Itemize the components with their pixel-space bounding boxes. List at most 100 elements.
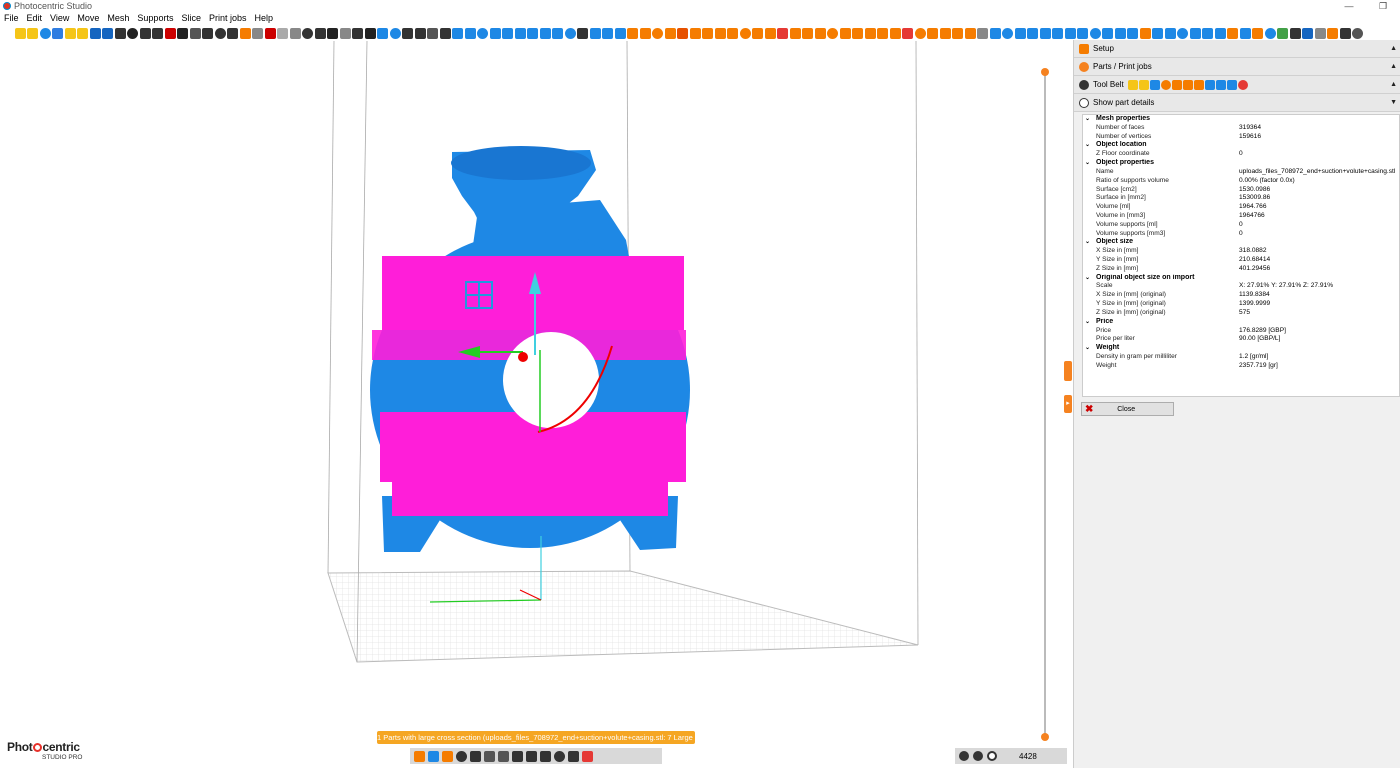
toolbar-tool-2-icon[interactable] xyxy=(14,27,26,39)
expand-arrow-icon[interactable]: ▼ xyxy=(1390,99,1397,106)
toolbar-tool-25-icon[interactable] xyxy=(302,27,313,39)
toolbar-tool-44-icon[interactable] xyxy=(539,27,551,39)
toolbar-tool-101-icon[interactable] xyxy=(1252,27,1263,39)
toolbar-tool-100-icon[interactable] xyxy=(1239,27,1251,39)
toolbar-tool-102-icon[interactable] xyxy=(1264,27,1276,39)
toolbar-tool-99-icon[interactable] xyxy=(1227,27,1238,39)
toolbar-tool-93-icon[interactable] xyxy=(1152,27,1163,39)
toolbar-tool-72-icon[interactable] xyxy=(889,27,901,39)
toolbar-tool-85-icon[interactable] xyxy=(1052,27,1063,39)
property-group[interactable]: ⌄ Original object size on import xyxy=(1083,274,1399,283)
toolbar-tool-21-icon[interactable] xyxy=(252,27,263,39)
property-value[interactable]: 0 xyxy=(1239,230,1243,239)
toolbar-tool-23-icon[interactable] xyxy=(277,27,288,39)
toolbar-tool-18-icon[interactable] xyxy=(214,27,226,39)
tool-belt-tool-8-icon[interactable] xyxy=(1204,79,1215,90)
view-tool-3-icon[interactable] xyxy=(442,750,453,762)
view-tool-5-icon[interactable] xyxy=(470,750,481,762)
property-value[interactable]: 0 xyxy=(1239,150,1243,159)
toolbar-tool-36-icon[interactable] xyxy=(439,27,451,39)
panel-collapse-tab[interactable] xyxy=(1064,361,1072,381)
menu-view[interactable]: View xyxy=(46,12,73,25)
menu-mesh[interactable]: Mesh xyxy=(103,12,133,25)
toolbar-tool-103-icon[interactable] xyxy=(1277,27,1288,39)
toolbar-tool-20-icon[interactable] xyxy=(239,27,251,39)
toolbar-tool-33-icon[interactable] xyxy=(402,27,413,39)
tool-belt-tool-11-icon[interactable] xyxy=(1237,79,1248,90)
view-tool-8-icon[interactable] xyxy=(512,750,523,762)
toolbar-tool-47-icon[interactable] xyxy=(577,27,588,39)
toolbar-tool-53-icon[interactable] xyxy=(652,27,663,39)
tool-belt-section[interactable]: Tool Belt ▲ xyxy=(1074,76,1400,94)
view-tool-4-icon[interactable] xyxy=(456,750,467,762)
maximize-button[interactable]: ❐ xyxy=(1366,0,1400,12)
toolbar-tool-4-icon[interactable] xyxy=(39,27,51,39)
toolbar-tool-7-icon[interactable] xyxy=(77,27,88,39)
toolbar-tool-83-icon[interactable] xyxy=(1027,27,1038,39)
toolbar-tool-37-icon[interactable] xyxy=(452,27,463,39)
toolbar-tool-6-icon[interactable] xyxy=(64,27,76,39)
toolbar-tool-55-icon[interactable] xyxy=(677,27,688,39)
toolbar-tool-59-icon[interactable] xyxy=(727,27,738,39)
3d-viewport[interactable] xyxy=(0,41,1073,768)
toolbar-tool-71-icon[interactable] xyxy=(877,27,888,39)
toolbar-tool-51-icon[interactable] xyxy=(627,27,638,39)
toolbar-tool-19-icon[interactable] xyxy=(227,27,238,39)
toolbar-tool-13-icon[interactable] xyxy=(152,27,163,39)
toolbar-tool-82-icon[interactable] xyxy=(1014,27,1026,39)
cross-section-warning[interactable]: 1 Parts with large cross section (upload… xyxy=(377,731,695,744)
toolbar-tool-88-icon[interactable] xyxy=(1089,27,1101,39)
tool-belt-tool-7-icon[interactable] xyxy=(1193,79,1204,90)
toolbar-tool-10-icon[interactable] xyxy=(114,27,126,39)
property-value[interactable]: 318.0882 xyxy=(1239,247,1267,256)
menu-move[interactable]: Move xyxy=(73,12,103,25)
toolbar-tool-76-icon[interactable] xyxy=(939,27,951,39)
property-value[interactable]: uploads_files_708972_end+suction+volute+… xyxy=(1239,168,1395,177)
property-value[interactable]: 1.2 [gr/ml] xyxy=(1239,353,1268,362)
layers-icon[interactable] xyxy=(959,751,969,761)
pump-casing-model[interactable] xyxy=(370,146,690,552)
toolbar-tool-106-icon[interactable] xyxy=(1314,27,1326,39)
property-value[interactable]: 90.00 [GBP/L] xyxy=(1239,335,1280,344)
menu-file[interactable]: File xyxy=(0,12,23,25)
parts-section[interactable]: Parts / Print jobs ▲ xyxy=(1074,58,1400,76)
toolbar-tool-14-icon[interactable] xyxy=(164,27,176,39)
toolbar-tool-79-icon[interactable] xyxy=(977,27,988,39)
toolbar-tool-94-icon[interactable] xyxy=(1164,27,1176,39)
toolbar-tool-77-icon[interactable] xyxy=(952,27,963,39)
toolbar-tool-67-icon[interactable] xyxy=(827,27,838,39)
panel-expand-arrow[interactable]: ▸ xyxy=(1064,395,1072,413)
toolbar-tool-27-icon[interactable] xyxy=(327,27,338,39)
toolbar-tool-40-icon[interactable] xyxy=(489,27,501,39)
toolbar-tool-31-icon[interactable] xyxy=(377,27,388,39)
group-toggle-icon[interactable]: ⌄ xyxy=(1085,159,1090,168)
toolbar-tool-30-icon[interactable] xyxy=(364,27,376,39)
toolbar-tool-105-icon[interactable] xyxy=(1302,27,1313,39)
property-group[interactable]: ⌄ Mesh properties xyxy=(1083,115,1399,124)
tool-belt-tool-6-icon[interactable] xyxy=(1182,79,1193,90)
scene-canvas[interactable] xyxy=(0,41,1073,768)
toolbar-tool-1-icon[interactable] xyxy=(2,27,13,39)
toolbar-tool-87-icon[interactable] xyxy=(1077,27,1088,39)
toolbar-tool-86-icon[interactable] xyxy=(1064,27,1076,39)
toolbar-tool-22-icon[interactable] xyxy=(264,27,276,39)
toolbar-tool-64-icon[interactable] xyxy=(789,27,801,39)
collapse-arrow-icon[interactable]: ▲ xyxy=(1390,63,1397,70)
toolbar-tool-78-icon[interactable] xyxy=(964,27,976,39)
property-value[interactable]: 153009.86 xyxy=(1239,194,1270,203)
collapse-arrow-icon[interactable]: ▲ xyxy=(1390,81,1397,88)
toolbar-tool-49-icon[interactable] xyxy=(602,27,613,39)
property-group[interactable]: ⌄ Price xyxy=(1083,318,1399,327)
toolbar-tool-107-icon[interactable] xyxy=(1327,27,1338,39)
toolbar-tool-35-icon[interactable] xyxy=(427,27,438,39)
property-value[interactable]: 2357.719 [gr] xyxy=(1239,362,1278,371)
toolbar-tool-109-icon[interactable] xyxy=(1352,27,1363,39)
menu-print-jobs[interactable]: Print jobs xyxy=(205,12,251,25)
property-value[interactable]: 1139.8384 xyxy=(1239,291,1270,300)
toolbar-tool-58-icon[interactable] xyxy=(714,27,726,39)
toolbar-tool-108-icon[interactable] xyxy=(1339,27,1351,39)
toolbar-tool-91-icon[interactable] xyxy=(1127,27,1138,39)
property-group[interactable]: ⌄ Object size xyxy=(1083,238,1399,247)
slider-bottom-handle[interactable] xyxy=(1041,733,1049,741)
menu-help[interactable]: Help xyxy=(251,12,278,25)
